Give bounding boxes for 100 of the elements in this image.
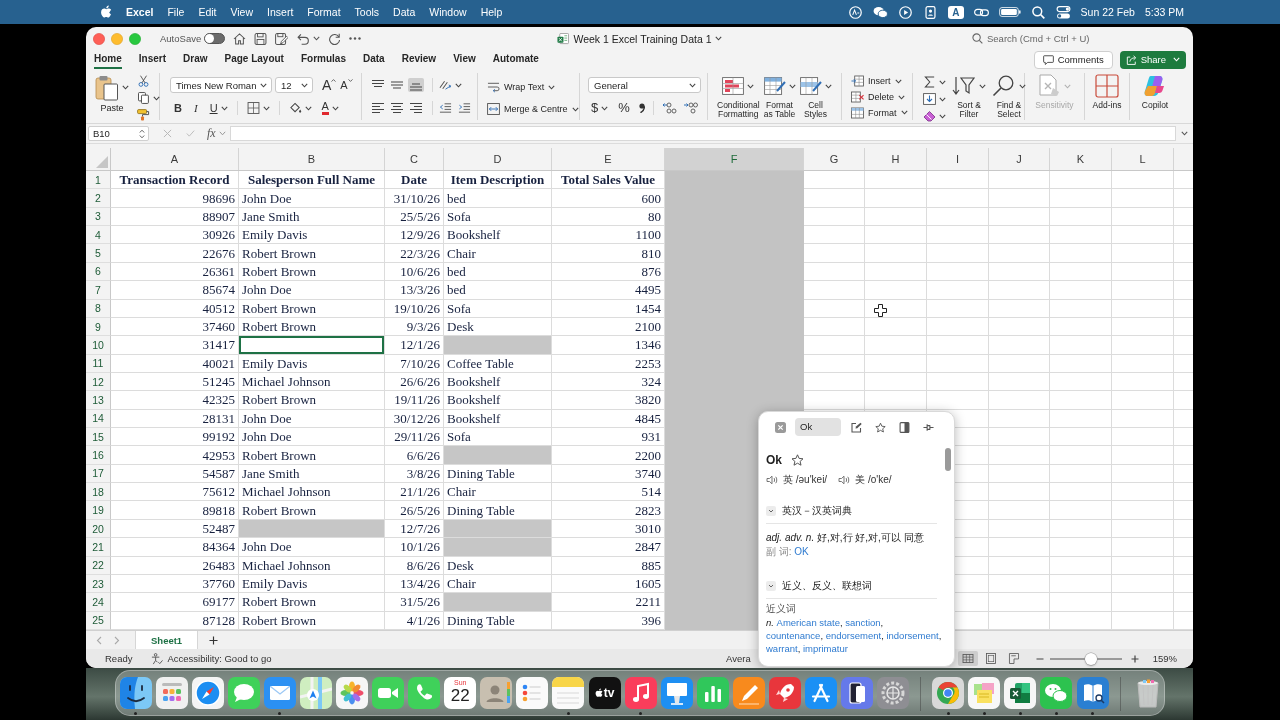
menu-item[interactable]: View (230, 6, 254, 18)
badge-icon[interactable] (923, 5, 939, 19)
format-cells-button[interactable]: Format (851, 105, 912, 120)
row-number[interactable]: 19 (86, 501, 111, 520)
caret-icon[interactable] (788, 83, 796, 89)
menu-item[interactable]: Data (393, 6, 416, 18)
column-header[interactable]: J (989, 148, 1050, 170)
row-number[interactable]: 18 (86, 483, 111, 502)
toggle-switches-icon[interactable] (1055, 5, 1071, 19)
search-field[interactable]: Search (Cmd + Ctrl + U) (972, 33, 1105, 44)
align-right-icon[interactable] (408, 101, 424, 115)
sigma-icon[interactable] (923, 76, 936, 88)
input-source-indicator[interactable]: A (948, 5, 964, 19)
search-icon[interactable] (1030, 5, 1046, 19)
flower-icon[interactable] (336, 677, 368, 709)
apple-icon[interactable] (100, 5, 112, 19)
zoom-percentage[interactable]: 159% (1152, 653, 1177, 664)
video-camera-icon[interactable] (372, 677, 405, 709)
column-header[interactable]: G (804, 148, 865, 170)
ribbon-tab[interactable]: Insert (138, 50, 167, 69)
sticky-notes-icon[interactable] (968, 677, 1001, 709)
star-icon[interactable] (875, 421, 886, 433)
envelope-icon[interactable] (263, 677, 296, 709)
chevron-icon[interactable] (766, 506, 776, 516)
scrollbar-thumb[interactable] (945, 448, 951, 471)
podium-icon[interactable] (660, 677, 693, 709)
caret-icon[interactable] (153, 95, 160, 101)
sidebar-icon[interactable] (899, 421, 910, 433)
redo-icon[interactable] (328, 32, 342, 45)
row-number[interactable]: 15 (86, 428, 111, 447)
caret-icon[interactable] (313, 36, 321, 41)
row-number[interactable]: 5 (86, 244, 111, 263)
speech-bubble-icon[interactable] (227, 677, 260, 709)
paste-button[interactable]: Paste (95, 73, 129, 113)
row-number[interactable]: 2 (86, 189, 111, 208)
derived-word-link[interactable]: OK (794, 546, 809, 557)
caret-icon[interactable] (122, 85, 129, 90)
shrink-font-button[interactable]: A (340, 77, 353, 93)
checklist-icon[interactable] (516, 677, 549, 709)
copy-icon[interactable] (137, 92, 150, 104)
ribbon-tab[interactable]: Review (401, 50, 437, 69)
slider-thumb[interactable] (1085, 652, 1098, 665)
sheet-tab[interactable]: Sheet1 (135, 631, 199, 649)
row-number[interactable]: 16 (86, 446, 111, 465)
speaker-icon[interactable] (838, 475, 851, 485)
normal-view-icon[interactable] (957, 651, 978, 666)
compass-icon[interactable] (191, 677, 224, 709)
ribbon-tab[interactable]: Automate (492, 50, 539, 69)
phone-screen-icon[interactable] (841, 677, 874, 709)
grow-font-button[interactable]: A (322, 77, 337, 93)
decrease-indent-icon[interactable] (439, 102, 452, 114)
caret-icon[interactable] (939, 96, 946, 102)
add-sheet-icon[interactable] (209, 635, 219, 645)
align-left-icon[interactable] (370, 101, 386, 115)
underline-button[interactable]: U (209, 101, 218, 115)
app-grid-icon[interactable] (155, 677, 188, 709)
smiling-face-icon[interactable] (119, 677, 152, 709)
column-header[interactable]: I (927, 148, 989, 170)
home-icon[interactable] (233, 32, 247, 45)
music-note-icon[interactable] (624, 677, 657, 709)
font-color-button[interactable]: A (321, 101, 329, 115)
close-icon[interactable] (775, 421, 786, 433)
format-as-table-button[interactable]: Format as Table (763, 73, 796, 120)
save-edit-icon[interactable] (275, 32, 289, 45)
increase-indent-icon[interactable] (458, 102, 471, 114)
caret-icon[interactable] (304, 105, 312, 111)
spreadsheet-icon[interactable] (1004, 677, 1037, 709)
pen-icon[interactable] (732, 677, 765, 709)
column-header[interactable]: H (865, 148, 927, 170)
accessibility-icon[interactable] (151, 652, 164, 665)
menu-item[interactable]: File (167, 6, 185, 18)
tv-icon[interactable]: tv (588, 677, 621, 709)
column-header[interactable]: K (1050, 148, 1112, 170)
eraser-icon[interactable] (923, 110, 936, 122)
chat-bubbles-icon[interactable] (1040, 677, 1073, 709)
sort-filter-button[interactable]: Sort & Filter (952, 73, 986, 120)
caret-icon[interactable] (455, 82, 462, 88)
borders-icon[interactable] (246, 102, 260, 114)
cell-styles-button[interactable]: Cell Styles (799, 73, 832, 120)
ribbon-tab[interactable]: View (453, 50, 476, 69)
section-title[interactable]: 英汉－汉英词典 (782, 504, 852, 518)
text-orientation-icon[interactable] (439, 79, 452, 91)
column-header[interactable]: F (665, 148, 804, 170)
wrap-text-button[interactable]: Wrap Text (487, 79, 579, 95)
addins-button[interactable]: Add-ins (1092, 73, 1122, 120)
delete-cells-button[interactable]: Delete (851, 89, 912, 105)
color-wheel-icon[interactable] (932, 677, 965, 709)
insert-cells-button[interactable]: Insert (851, 74, 912, 89)
bold-button[interactable]: B (174, 101, 182, 115)
row-number[interactable]: 13 (86, 391, 111, 410)
map-icon[interactable] (299, 677, 332, 709)
circle-icon[interactable] (848, 5, 864, 19)
edit-icon[interactable] (851, 421, 862, 433)
chevron-icon[interactable] (766, 581, 776, 591)
play-icon[interactable] (898, 5, 914, 19)
merge-centre-button[interactable]: Merge & Centre (487, 101, 579, 117)
close-window-icon[interactable] (93, 32, 105, 45)
undo-icon[interactable] (297, 32, 311, 45)
caret-icon[interactable] (601, 105, 609, 111)
save-icon[interactable] (254, 32, 268, 45)
